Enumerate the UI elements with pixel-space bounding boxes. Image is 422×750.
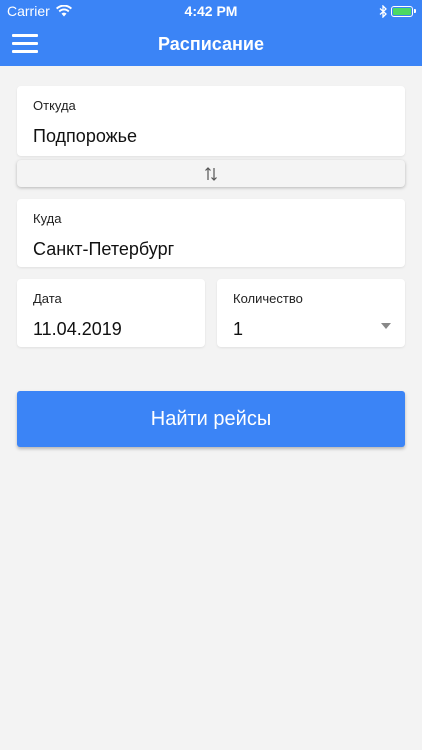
date-field[interactable]: Дата 11.04.2019 [17,279,205,347]
date-label: Дата [33,291,62,306]
battery-icon [391,5,413,17]
status-right [379,0,416,22]
app-header: Carrier 4:42 PM Расписание [0,0,422,66]
battery-fill [393,7,411,15]
swap-vertical-icon [205,166,217,181]
to-value: Санкт-Петербург [33,239,175,259]
battery-cap [414,9,416,13]
to-field[interactable]: Куда Санкт-Петербург [17,199,405,267]
navbar: Расписание [0,22,422,66]
to-label: Куда [33,211,62,226]
count-label: Количество [233,291,303,306]
schedule-screen: Carrier 4:42 PM Расписание Откуда Подпор… [0,0,422,750]
page-title: Расписание [158,34,264,54]
count-value: 1 [233,319,244,339]
from-label: Откуда [33,98,76,113]
from-value: Подпорожье [33,126,138,146]
chevron-down-icon [381,323,391,329]
bluetooth-icon [379,4,387,18]
search-trips-button[interactable]: Найти рейсы [17,391,405,447]
from-field[interactable]: Откуда Подпорожье [17,86,405,156]
status-time: 4:42 PM [184,3,238,19]
passenger-count-select[interactable]: Количество 1 [217,279,405,347]
date-value: 11.04.2019 [33,319,122,339]
status-bar: Carrier 4:42 PM [0,0,422,22]
swap-direction-button[interactable] [17,160,405,187]
